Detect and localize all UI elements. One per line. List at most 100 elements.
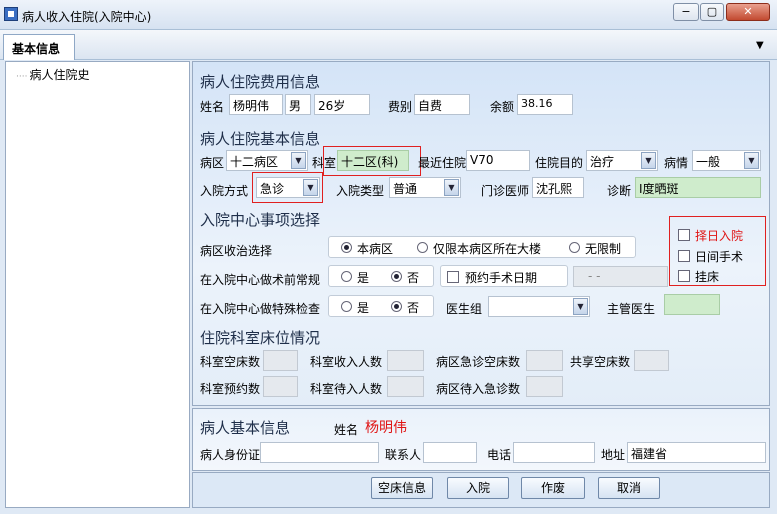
condition-select[interactable]: 一般 ▼ [692, 150, 761, 171]
ward-waiting-label: 病区待入急诊数 [436, 382, 521, 396]
mode-label: 入院方式 [200, 184, 249, 198]
radio-routine-yes-label: 是 [357, 271, 370, 285]
fee-name-label: 姓名 [200, 100, 225, 114]
close-button[interactable]: ✕ [726, 3, 770, 21]
day-surgery-label: 日间手术 [695, 250, 744, 264]
day-surgery-checkbox[interactable] [678, 250, 690, 262]
minimize-button[interactable]: − [673, 3, 699, 21]
dept-admit-field[interactable] [387, 350, 424, 371]
window-title: 病人收入住院(入院中心) [22, 10, 152, 24]
fee-name-field[interactable]: 杨明伟 [229, 94, 283, 115]
special-group: 是 否 [328, 295, 434, 317]
fee-sex-field[interactable]: 男 [285, 94, 311, 115]
center-section-title: 入院中心事项选择 [200, 211, 321, 229]
routine-group: 是 否 [328, 265, 434, 287]
surgery-date-label: 预约手术日期 [465, 271, 538, 285]
hang-bed-checkbox[interactable] [678, 270, 690, 282]
dept-waiting-field[interactable] [387, 376, 424, 397]
tree-item-history[interactable]: 病人住院史 [16, 66, 89, 83]
radio-routine-yes[interactable] [341, 271, 352, 282]
recent-label: 最近住院 [418, 156, 467, 170]
address-label: 地址 [601, 448, 626, 462]
radio-routine-no[interactable] [391, 271, 402, 282]
radio-special-yes[interactable] [341, 301, 352, 312]
basic-section-title: 病人住院基本信息 [200, 130, 321, 148]
radio-this-ward[interactable] [341, 242, 352, 253]
ward-waiting-field[interactable] [526, 376, 563, 397]
purpose-dropdown-icon[interactable]: ▼ [641, 152, 656, 169]
dept-empty-field[interactable] [263, 350, 298, 371]
type-label: 入院类型 [336, 184, 385, 198]
diag-field[interactable]: I度晒斑 [635, 177, 761, 198]
admit-button[interactable]: 入院 [447, 477, 509, 499]
ward-select[interactable]: 十二病区 ▼ [226, 150, 308, 171]
patient-name-label: 姓名 [334, 423, 359, 437]
surgery-date-checkbox[interactable] [447, 271, 459, 283]
doctor-label: 门诊医师 [481, 184, 530, 198]
date-admit-checkbox[interactable] [678, 229, 690, 241]
ward-emergency-field[interactable] [526, 350, 563, 371]
address-field[interactable]: 福建省 [627, 442, 766, 463]
dept-reserve-label: 科室预约数 [200, 382, 261, 396]
doctor-group-label: 医生组 [446, 302, 483, 316]
dept-highlight-frame [323, 146, 421, 176]
radio-special-yes-label: 是 [357, 301, 370, 315]
purpose-label: 住院目的 [535, 156, 584, 170]
radio-unlimited[interactable] [569, 242, 580, 253]
special-label: 在入院中心做特殊检查 [200, 302, 321, 316]
patient-name-value: 杨明伟 [365, 420, 407, 436]
ward-label: 病区 [200, 156, 225, 170]
shared-empty-field[interactable] [634, 350, 669, 371]
phone-field[interactable] [513, 442, 595, 463]
recent-field[interactable]: V70 [466, 150, 530, 171]
type-select[interactable]: 普通 ▼ [389, 177, 461, 198]
bed-info-button[interactable]: 空床信息 [371, 477, 433, 499]
history-tree: 病人住院史 [5, 61, 190, 508]
app-icon [4, 7, 18, 21]
doctor-group-dropdown-icon[interactable]: ▼ [573, 298, 588, 315]
radio-unlimited-label: 无限制 [585, 242, 622, 256]
condition-label: 病情 [664, 156, 689, 170]
hang-bed-label: 挂床 [695, 270, 720, 284]
radio-special-no[interactable] [391, 301, 402, 312]
radio-routine-no-label: 否 [407, 271, 420, 285]
condition-dropdown-icon[interactable]: ▼ [744, 152, 759, 169]
routine-label: 在入院中心做术前常规 [200, 273, 321, 287]
radio-this-ward-label: 本病区 [357, 242, 394, 256]
ward-emergency-label: 病区急诊空床数 [436, 355, 521, 369]
surgery-date-field[interactable]: - - [573, 266, 668, 287]
fee-section-title: 病人住院费用信息 [200, 73, 321, 91]
chief-doctor-field[interactable] [664, 294, 720, 315]
dept-empty-label: 科室空床数 [200, 355, 261, 369]
void-button[interactable]: 作废 [521, 477, 585, 499]
contact-label: 联系人 [385, 448, 422, 462]
ward-select-label: 病区收治选择 [200, 244, 273, 258]
tab-dropdown-icon[interactable]: ▼ [756, 40, 764, 51]
fee-category-label: 费别 [388, 100, 413, 114]
purpose-select[interactable]: 治疗 ▼ [586, 150, 658, 171]
cancel-button[interactable]: 取消 [598, 477, 660, 499]
tab-basic-info[interactable]: 基本信息 [3, 34, 75, 60]
fee-balance-field[interactable]: 38.16 [517, 94, 573, 115]
fee-balance-label: 余额 [490, 100, 515, 114]
fee-category-field[interactable]: 自费 [414, 94, 470, 115]
chief-doctor-label: 主管医生 [607, 302, 656, 316]
radio-building-label: 仅限本病区所在大楼 [433, 242, 542, 256]
doctor-field[interactable]: 沈孔熙 [532, 177, 584, 198]
condition-value: 一般 [696, 155, 721, 169]
phone-label: 电话 [487, 448, 512, 462]
maximize-button[interactable]: ▢ [700, 3, 724, 21]
id-field[interactable] [260, 442, 379, 463]
type-dropdown-icon[interactable]: ▼ [444, 179, 459, 196]
doctor-group-select[interactable]: ▼ [488, 296, 590, 317]
ward-dropdown-icon[interactable]: ▼ [291, 152, 306, 169]
contact-field[interactable] [423, 442, 477, 463]
patient-section-title: 病人基本信息 [200, 419, 291, 437]
fee-age-field[interactable]: 26岁 [314, 94, 370, 115]
beds-section-title: 住院科室床位情况 [200, 329, 321, 347]
dept-reserve-field[interactable] [263, 376, 298, 397]
diag-label: 诊断 [607, 184, 632, 198]
tab-strip [0, 30, 777, 60]
radio-building[interactable] [417, 242, 428, 253]
shared-empty-label: 共享空床数 [570, 355, 631, 369]
